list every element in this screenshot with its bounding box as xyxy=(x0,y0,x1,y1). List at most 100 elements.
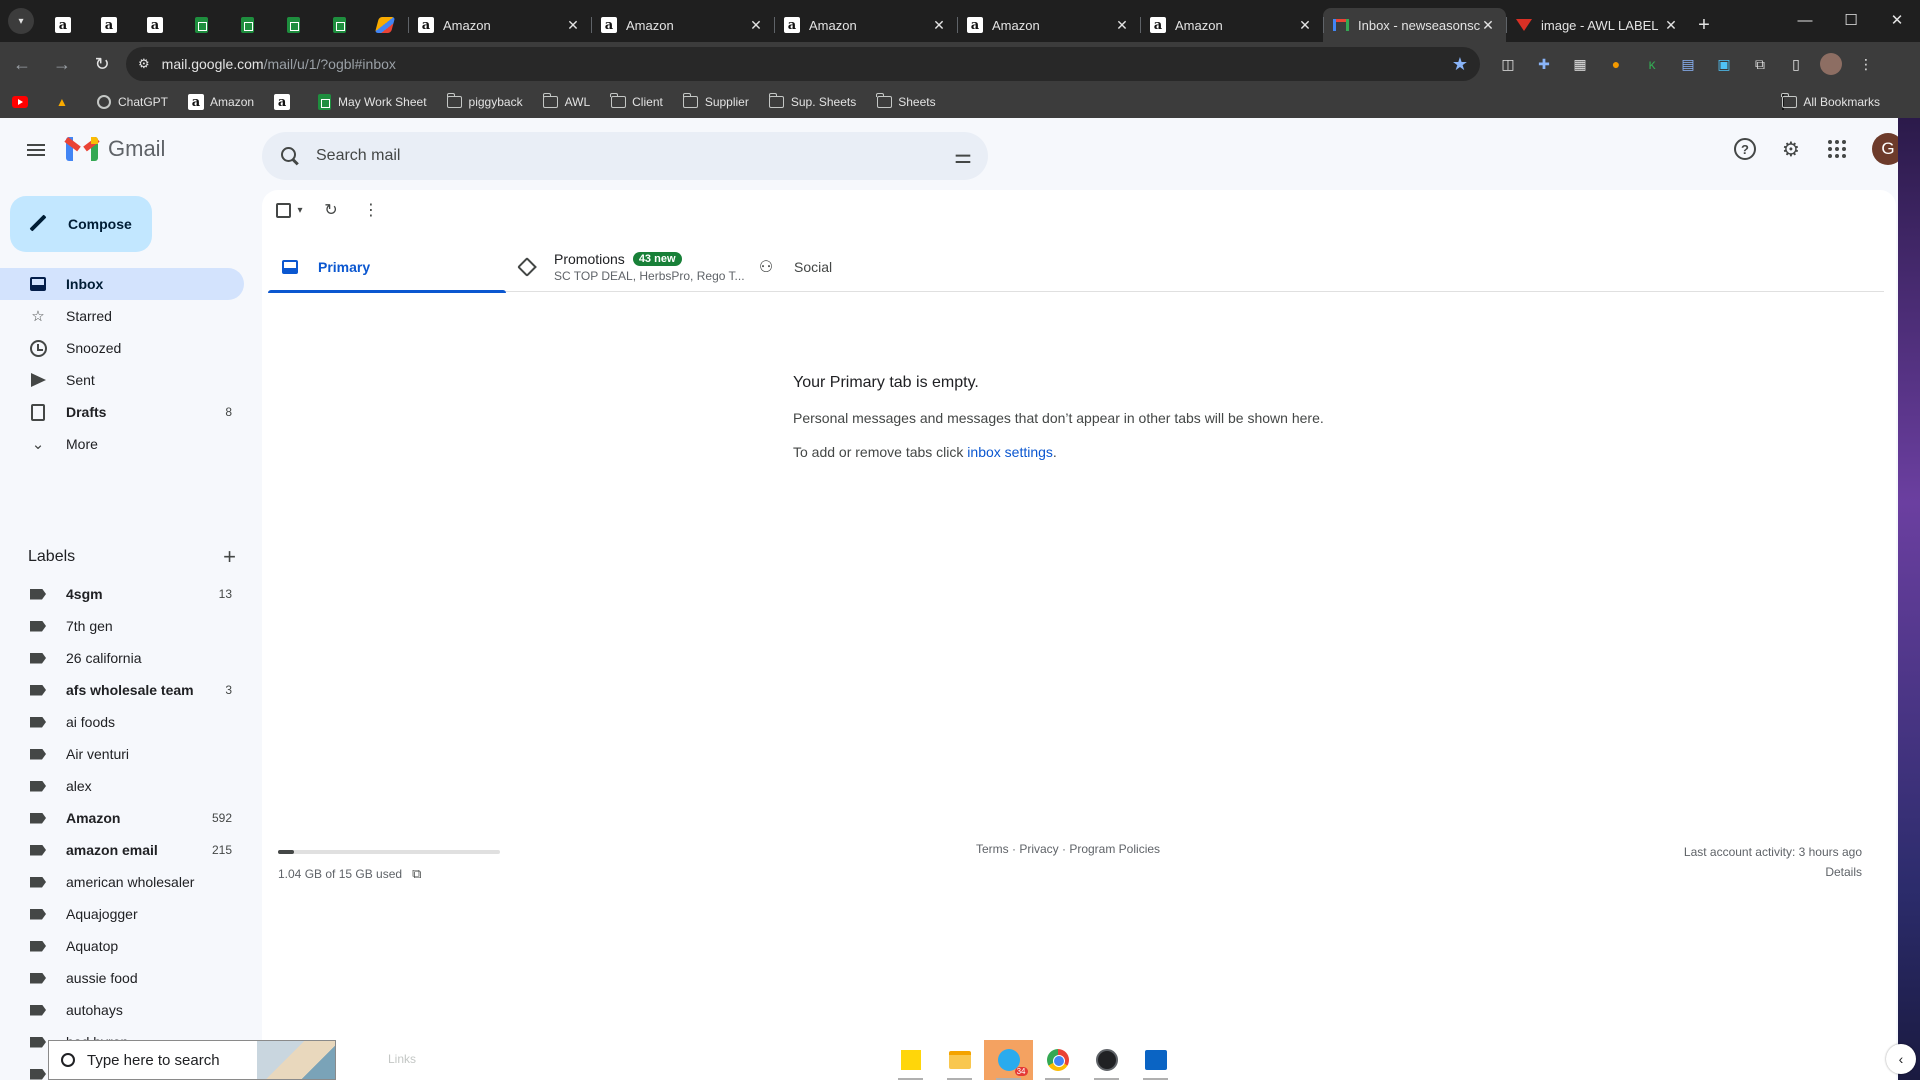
bookmark-may-work-sheet[interactable]: May Work Sheet xyxy=(316,94,427,110)
label-item[interactable]: Aquajogger xyxy=(0,898,244,930)
extensions-puzzle-icon[interactable]: ⧉ xyxy=(1748,52,1772,76)
site-info-icon[interactable]: ⚙ xyxy=(138,56,150,72)
bookmark-folder-supplier[interactable]: Supplier xyxy=(682,93,749,110)
label-item[interactable]: Air venturi xyxy=(0,738,244,770)
tab-amazon[interactable]: a Amazon ✕ xyxy=(1140,8,1323,42)
extension-off-icon[interactable]: ◫ xyxy=(1496,52,1520,76)
label-item[interactable]: autohays xyxy=(0,994,244,1026)
taskbar-search-box[interactable]: Type here to search xyxy=(48,1040,336,1080)
bookmark-amazon-icon-only[interactable]: a xyxy=(274,94,296,110)
close-icon[interactable]: ✕ xyxy=(565,17,581,34)
nav-drafts[interactable]: Drafts 8 xyxy=(0,396,244,428)
tab-promotions[interactable]: Promotions 43 new SC TOP DEAL, HerbsPro, … xyxy=(506,242,744,292)
close-icon[interactable]: ✕ xyxy=(1663,17,1679,34)
support-button[interactable]: ? xyxy=(1726,130,1764,168)
taskbar-obs[interactable] xyxy=(1082,1040,1131,1080)
maximize-icon[interactable]: ☐ xyxy=(1828,0,1874,40)
extension-chart-icon[interactable]: ▦ xyxy=(1568,52,1592,76)
address-bar[interactable]: ⚙ mail.google.com/mail/u/1/?ogbl#inbox ★ xyxy=(126,47,1480,81)
label-item[interactable]: Amazon 592 xyxy=(0,802,244,834)
gmail-logo[interactable]: Gmail xyxy=(64,136,165,162)
new-tab-button[interactable]: + xyxy=(1689,8,1719,42)
reload-icon[interactable]: ↻ xyxy=(84,46,120,82)
tab-search-button[interactable]: ▾ xyxy=(8,8,34,34)
label-item[interactable]: aussie food xyxy=(0,962,244,994)
links-toolbar[interactable]: Links xyxy=(388,1052,416,1066)
pinned-tab-amazon[interactable]: a xyxy=(86,8,132,42)
close-icon[interactable]: ✕ xyxy=(1480,17,1496,34)
bookmark-folder-sup-sheets[interactable]: Sup. Sheets xyxy=(768,93,856,110)
pinned-tab-sheets[interactable] xyxy=(224,8,270,42)
google-apps-button[interactable] xyxy=(1818,130,1856,168)
tab-amazon[interactable]: a Amazon ✕ xyxy=(957,8,1140,42)
label-item[interactable]: ai foods xyxy=(0,706,244,738)
pinned-tab-sheets[interactable] xyxy=(178,8,224,42)
compose-button[interactable]: Compose xyxy=(10,196,152,252)
tab-primary[interactable]: Primary xyxy=(268,242,506,293)
main-menu-icon[interactable] xyxy=(24,138,48,162)
select-all-checkbox[interactable] xyxy=(276,202,291,218)
create-label-plus-icon[interactable]: + xyxy=(223,544,236,570)
nav-snoozed[interactable]: Snoozed xyxy=(0,332,244,364)
tab-amazon[interactable]: a Amazon ✕ xyxy=(408,8,591,42)
url-text[interactable]: mail.google.com/mail/u/1/?ogbl#inbox xyxy=(162,56,1452,72)
nav-inbox[interactable]: Inbox xyxy=(0,268,244,300)
taskbar-file-explorer[interactable] xyxy=(935,1040,984,1080)
bookmark-chatgpt[interactable]: ChatGPT xyxy=(96,94,168,110)
tab-amazon[interactable]: a Amazon ✕ xyxy=(591,8,774,42)
pinned-tab-sheets[interactable] xyxy=(270,8,316,42)
browser-menu-icon[interactable]: ⋮ xyxy=(1854,52,1878,76)
search-input[interactable] xyxy=(316,147,955,165)
profile-avatar[interactable] xyxy=(1820,53,1842,75)
extension-keepa-icon[interactable]: ĸ xyxy=(1640,52,1664,76)
taskbar-telegram[interactable]: 34 xyxy=(984,1040,1033,1080)
taskbar-media-app[interactable] xyxy=(1131,1040,1180,1080)
nav-starred[interactable]: ☆ Starred xyxy=(0,300,244,332)
extension-calculator-icon[interactable]: ▤ xyxy=(1676,52,1700,76)
all-bookmarks-button[interactable]: All Bookmarks xyxy=(1781,86,1880,118)
settings-gear-icon[interactable]: ⚙ xyxy=(1772,130,1810,168)
search-options-icon[interactable]: ⚌ xyxy=(954,144,972,169)
close-icon[interactable]: ✕ xyxy=(1114,17,1130,34)
label-item[interactable]: american wholesaler xyxy=(0,866,244,898)
bookmark-app[interactable]: ▲ xyxy=(54,94,76,110)
bookmark-folder-piggyback[interactable]: piggyback xyxy=(446,93,523,110)
select-dropdown-caret-icon[interactable]: ▾ xyxy=(295,205,305,216)
refresh-icon[interactable]: ↻ xyxy=(317,200,345,220)
tab-social[interactable]: ⚇ Social xyxy=(744,242,982,292)
taskbar-sticky-notes[interactable] xyxy=(886,1040,935,1080)
pinned-tab-amazon[interactable]: a xyxy=(132,8,178,42)
minimize-icon[interactable]: — xyxy=(1782,0,1828,40)
nav-sent[interactable]: Sent xyxy=(0,364,244,396)
label-item[interactable]: 7th gen xyxy=(0,610,244,642)
close-icon[interactable]: ✕ xyxy=(1297,17,1313,34)
search-icon[interactable] xyxy=(278,144,302,168)
open-in-new-icon[interactable]: ⧉ xyxy=(412,866,421,882)
side-panel-toggle-chevron-icon[interactable]: ‹ xyxy=(1886,1044,1916,1074)
extension-puzzle-blue-icon[interactable]: ✚ xyxy=(1532,52,1556,76)
close-icon[interactable]: ✕ xyxy=(748,17,764,34)
bookmark-star-icon[interactable]: ★ xyxy=(1452,54,1468,75)
back-arrow-icon[interactable]: ← xyxy=(4,46,40,82)
label-item[interactable]: alex xyxy=(0,770,244,802)
tab-gmail-inbox[interactable]: Inbox - newseasonsc ✕ xyxy=(1323,8,1506,42)
more-options-icon[interactable]: ⋮ xyxy=(357,200,385,220)
pinned-tab-sheets[interactable] xyxy=(316,8,362,42)
extension-orange-icon[interactable]: ● xyxy=(1604,52,1628,76)
bookmark-youtube[interactable] xyxy=(12,94,34,110)
pinned-tab-app[interactable] xyxy=(362,8,408,42)
taskbar-chrome[interactable] xyxy=(1033,1040,1082,1080)
tab-amazon[interactable]: a Amazon ✕ xyxy=(774,8,957,42)
activity-details-link[interactable]: Details xyxy=(1684,862,1862,882)
bookmark-folder-client[interactable]: Client xyxy=(610,93,663,110)
inbox-settings-link[interactable]: inbox settings xyxy=(967,444,1053,460)
policy-links[interactable]: Terms · Privacy · Program Policies xyxy=(976,842,1160,856)
bookmark-folder-sheets[interactable]: Sheets xyxy=(876,93,936,110)
forward-arrow-icon[interactable]: → xyxy=(44,46,80,82)
label-item[interactable]: 26 california xyxy=(0,642,244,674)
close-icon[interactable]: ✕ xyxy=(931,17,947,34)
window-close-icon[interactable]: ✕ xyxy=(1874,0,1920,40)
side-panel-icon[interactable]: ▯ xyxy=(1784,52,1808,76)
label-item[interactable]: amazon email 215 xyxy=(0,834,244,866)
tab-awl-label[interactable]: image - AWL LABEL ✕ xyxy=(1506,8,1689,42)
